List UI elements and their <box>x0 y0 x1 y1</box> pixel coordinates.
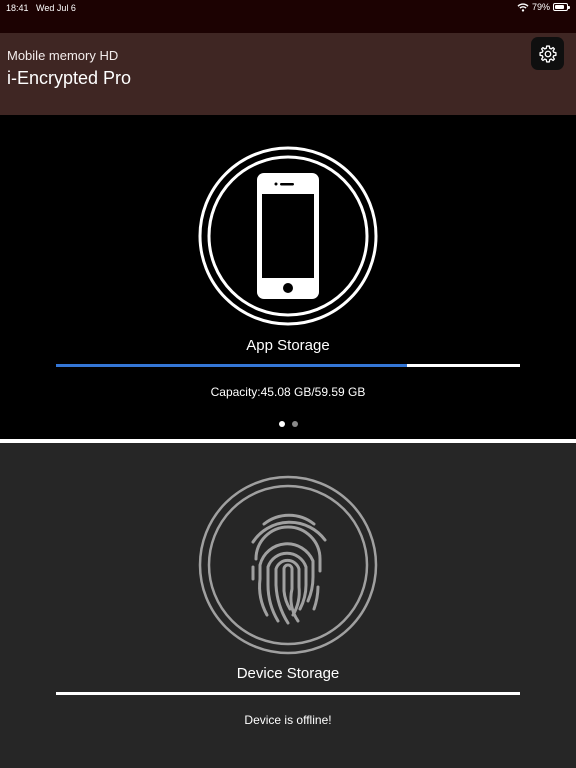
header-subtitle: Mobile memory HD <box>7 48 119 63</box>
device-storage-panel[interactable]: Device Storage Device is offline! <box>0 443 576 768</box>
wifi-icon <box>517 2 529 12</box>
settings-button[interactable] <box>531 37 564 70</box>
battery-charging-icon <box>553 3 570 11</box>
device-storage-progress <box>56 692 520 695</box>
app-storage-label: App Storage <box>246 337 330 354</box>
page-indicator[interactable] <box>0 421 576 427</box>
app-title: i-Encrypted Pro <box>7 68 132 88</box>
app-screen: 18:41 Wed Jul 6 79% Mobile memory HD i-E… <box>0 0 576 768</box>
app-storage-progress <box>56 364 520 367</box>
app-storage-panel[interactable]: App Storage Capacity:45.08 GB/59.59 GB <box>0 115 576 439</box>
page-dot-active[interactable] <box>278 421 285 427</box>
status-bar: 18:41 Wed Jul 6 79% <box>0 0 576 33</box>
phone-icon <box>198 146 378 326</box>
battery-level <box>555 5 564 9</box>
gear-icon <box>538 44 557 63</box>
fingerprint-icon <box>198 475 378 655</box>
device-storage-label: Device Storage <box>236 665 340 682</box>
capacity-text: Capacity:45.08 GB/59.59 GB <box>210 385 366 399</box>
battery-percent: 79% <box>531 2 550 12</box>
status-date: Wed Jul 6 <box>36 3 76 13</box>
app-storage-progress-fill <box>56 364 408 367</box>
status-time: 18:41 <box>6 3 29 13</box>
app-header: Mobile memory HD i-Encrypted Pro <box>0 33 576 115</box>
device-status-text: Device is offline! <box>244 713 332 727</box>
status-indicators: 79% <box>517 2 570 12</box>
page-dot[interactable] <box>291 421 298 427</box>
